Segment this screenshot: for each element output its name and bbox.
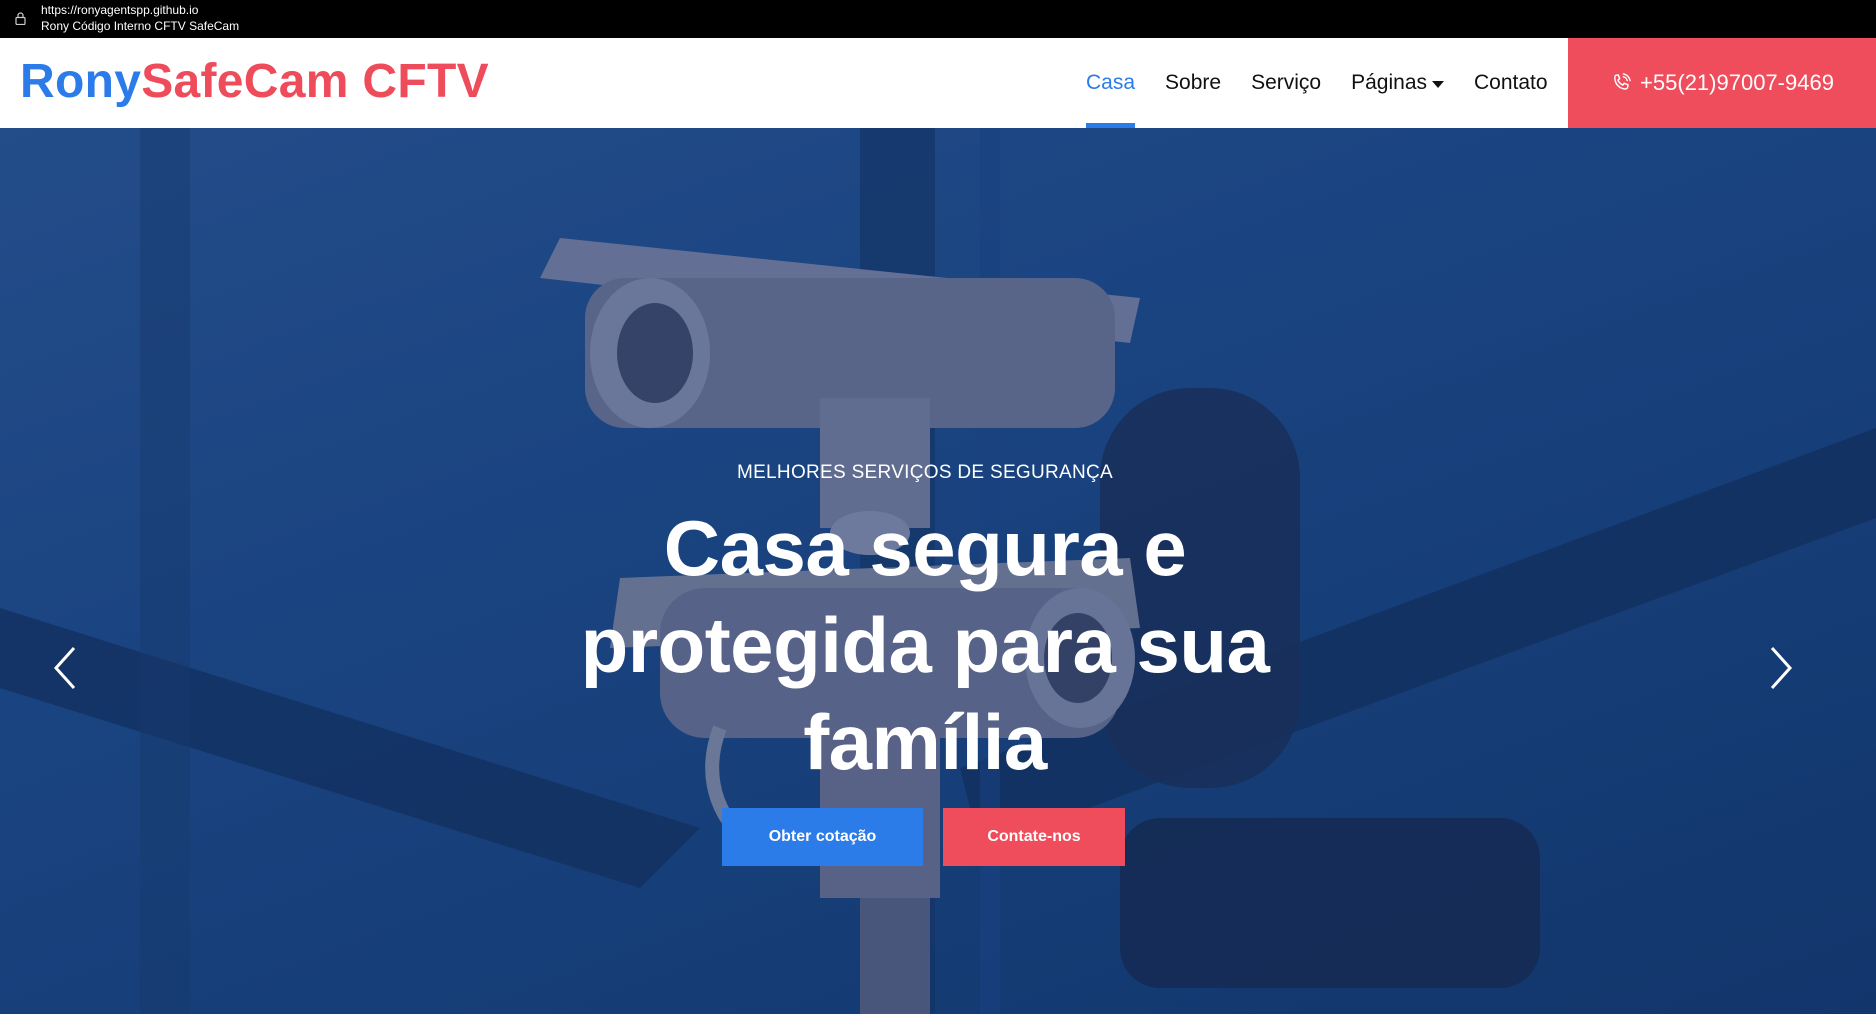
nav-item-servico[interactable]: Serviço <box>1251 38 1321 128</box>
caret-down-icon <box>1432 80 1444 88</box>
nav-menu: Casa Sobre Serviço Páginas Contato <box>1086 38 1578 128</box>
nav-item-sobre[interactable]: Sobre <box>1165 38 1221 128</box>
lock-icon <box>15 12 26 25</box>
nav-item-label: Serviço <box>1251 71 1322 94</box>
phone-number: +55(21)97007-9469 <box>1640 70 1834 95</box>
phone-button[interactable]: +55(21)97007-9469 <box>1568 38 1876 128</box>
chevron-left-icon[interactable] <box>46 638 86 698</box>
brand-part-rony: Rony <box>20 55 142 108</box>
phone-icon <box>1614 73 1631 90</box>
nav-item-paginas[interactable]: Páginas <box>1351 38 1444 128</box>
navbar: RonySafeCam CFTV Casa Sobre Serviço Pági… <box>0 38 1876 128</box>
hero-carousel: MELHORES SERVIÇOS DE SEGURANÇA Casa segu… <box>0 128 1876 1014</box>
nav-item-label: Casa <box>1086 71 1136 94</box>
nav-item-label: Contato <box>1474 71 1548 94</box>
nav-item-label: Páginas <box>1351 71 1427 94</box>
brand-logo[interactable]: RonySafeCam CFTV <box>20 56 489 108</box>
nav-item-label: Sobre <box>1165 71 1222 94</box>
browser-url[interactable]: https://ronyagentspp.github.io <box>41 3 198 17</box>
browser-bar: https://ronyagentspp.github.io Rony Códi… <box>0 0 1876 38</box>
get-quote-button[interactable]: Obter cotação <box>722 808 923 866</box>
browser-tab-title: Rony Código Interno CFTV SafeCam <box>41 19 240 33</box>
nav-item-contato[interactable]: Contato <box>1474 38 1548 128</box>
chevron-right-icon[interactable] <box>1760 638 1800 698</box>
brand-part-safecam: SafeCam CFTV <box>141 55 489 108</box>
hero-headline: Casa segura e protegida para sua família <box>580 504 1270 786</box>
hero-kicker: MELHORES SERVIÇOS DE SEGURANÇA <box>736 462 1114 483</box>
contact-us-button[interactable]: Contate-nos <box>943 808 1125 866</box>
nav-item-casa[interactable]: Casa <box>1086 38 1136 128</box>
